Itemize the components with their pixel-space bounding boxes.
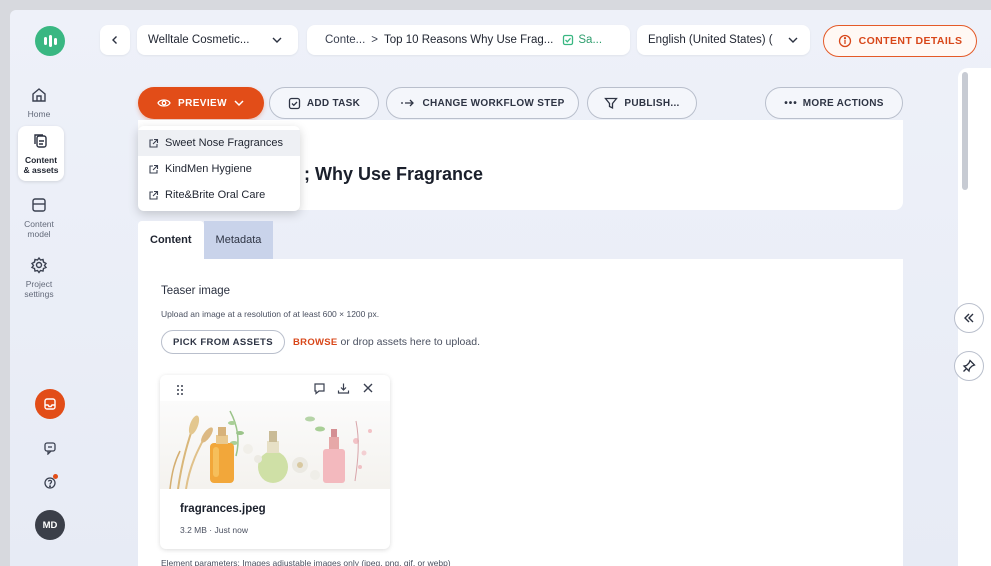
more-actions-button[interactable]: ••• MORE ACTIONS [765,87,903,119]
publish-label: PUBLISH... [624,97,680,109]
preview-menu-item[interactable]: Rite&Brite Oral Care [138,182,300,208]
rail-item-label: Content model [24,219,54,239]
external-link-icon [149,138,159,148]
preview-menu-label: Sweet Nose Fragrances [165,137,283,149]
publish-button[interactable]: PUBLISH... [587,87,697,119]
save-status: Sa... [578,34,603,46]
rail-item-label: Home [27,109,51,119]
teaser-image-label: Teaser image [161,285,231,297]
asset-filename[interactable]: fragrances.jpeg [180,503,266,515]
feedback-button[interactable] [40,438,60,458]
add-task-button[interactable]: ADD TASK [269,87,379,119]
content-panel: Teaser image Upload an image at a resolu… [138,259,903,566]
drag-handle-icon[interactable] [176,384,184,396]
chat-icon [44,442,56,455]
asset-meta: 3.2 MB · Just now [180,525,249,535]
chevron-down-icon [234,100,244,107]
avatar[interactable]: MD [35,510,65,540]
breadcrumb-separator: > [371,34,378,46]
preview-button[interactable]: PREVIEW [138,87,264,119]
chevron-left-icon [112,36,117,44]
back-button[interactable] [100,25,130,55]
preview-menu-item[interactable]: Sweet Nose Fragrances [138,130,300,156]
upload-hint: BROWSE or drop assets here to upload. [293,336,480,348]
more-dots-icon: ••• [784,97,798,109]
chevron-down-icon [788,37,798,43]
close-icon[interactable] [362,382,374,394]
content-details-button[interactable]: CONTENT DETAILS [823,25,977,57]
pin-button[interactable] [954,351,984,381]
help-badge [53,474,58,479]
chevron-down-icon [272,37,282,43]
home-icon [32,88,46,102]
content-details-label: CONTENT DETAILS [858,35,963,47]
help-button[interactable] [40,473,60,493]
app-window: Home Content & assets Content model Proj… [10,10,991,566]
rail-item-content-model[interactable]: Content model [10,196,71,239]
breadcrumb-root[interactable]: Conte... [325,34,365,46]
comment-icon[interactable] [313,382,326,395]
project-selector[interactable]: Welltale Cosmetic... [137,25,298,55]
pick-from-assets-button[interactable]: PICK FROM ASSETS [161,330,285,354]
add-task-label: ADD TASK [306,97,361,109]
external-link-icon [149,190,159,200]
more-actions-label: MORE ACTIONS [802,97,884,109]
breadcrumb-current: Top 10 Reasons Why Use Frag... [384,34,554,46]
project-name: Welltale Cosmetic... [148,34,250,46]
asset-card[interactable]: fragrances.jpeg 3.2 MB · Just now [160,375,390,549]
change-workflow-step-button[interactable]: CHANGE WORKFLOW STEP [386,87,579,119]
page-title: ; Why Use Fragrance [304,164,484,184]
gear-icon [30,256,48,274]
inbox-icon [44,398,56,410]
tab-metadata[interactable]: Metadata [203,221,274,259]
preview-label: PREVIEW [178,97,227,109]
breadcrumb: Conte... > Top 10 Reasons Why Use Frag..… [307,25,630,55]
content-assets-icon [34,134,47,148]
pin-icon [962,359,976,373]
preview-menu-item[interactable]: KindMen Hygiene [138,156,300,182]
asset-thumbnail [160,401,390,489]
download-icon[interactable] [337,382,350,395]
rail-item-label: Project settings [24,279,54,299]
filter-icon [604,97,619,109]
scrollbar-thumb[interactable] [962,72,968,190]
checkbox-icon [288,97,300,109]
workflow-arrow-icon [401,99,415,107]
preview-menu-label: KindMen Hygiene [165,163,252,175]
teaser-image-hint: Upload an image at a resolution of at le… [161,309,380,319]
collapse-panel-button[interactable] [954,303,984,333]
editor-tabs: Content Metadata [138,221,274,259]
language-selector[interactable]: English (United States) ( [637,25,810,55]
fragrance-image [169,410,372,489]
content-model-icon [32,198,46,212]
notifications-button[interactable] [35,389,65,419]
rail-item-project-settings[interactable]: Project settings [10,256,71,299]
preview-dropdown-menu: Sweet Nose Fragrances KindMen Hygiene Ri… [138,126,300,211]
info-icon [838,34,851,48]
change-workflow-label: CHANGE WORKFLOW STEP [422,97,565,109]
left-rail: Home Content & assets Content model Proj… [10,10,68,566]
rail-item-home[interactable]: Home [10,86,71,119]
double-chevron-left-icon [964,313,974,323]
check-square-icon [563,34,574,46]
browse-link[interactable]: BROWSE [293,337,338,348]
language-label: English (United States) ( [648,34,773,46]
rail-item-content-assets[interactable]: Content & assets [18,126,64,181]
app-logo[interactable] [35,26,65,56]
element-parameters: Element parameters: Images adjustable im… [161,558,451,566]
upload-hint-text: or drop assets here to upload. [337,336,480,348]
rail-item-label: Content & assets [23,155,59,175]
tab-content[interactable]: Content [138,221,204,259]
external-link-icon [149,164,159,174]
eye-icon [157,99,171,107]
preview-menu-label: Rite&Brite Oral Care [165,189,266,201]
